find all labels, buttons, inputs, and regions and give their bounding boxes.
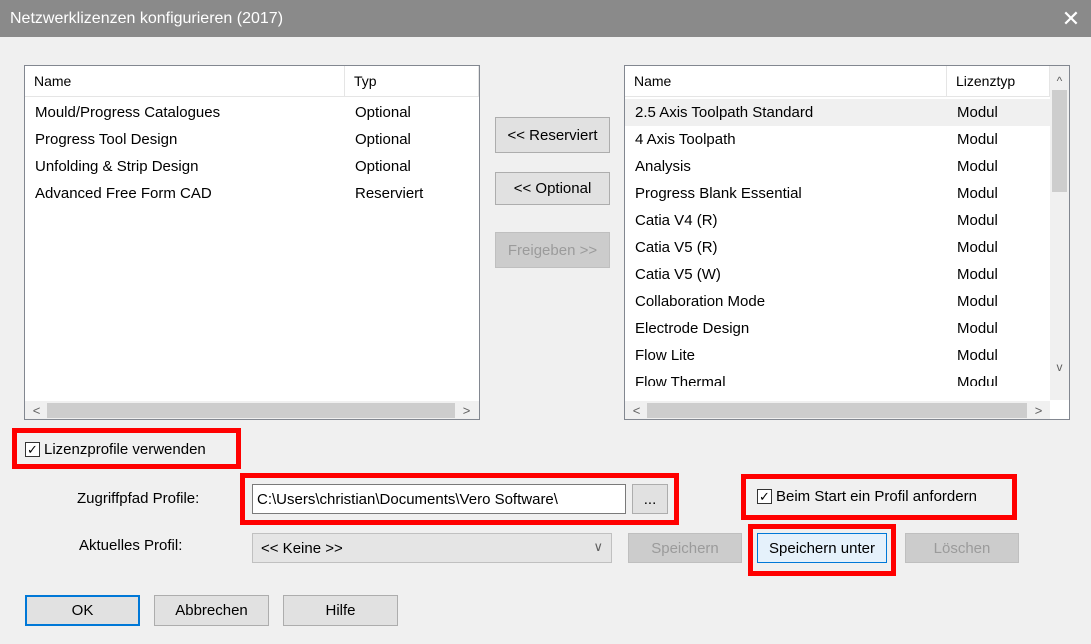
access-path-label: Zugriffpfad Profile: xyxy=(77,490,200,507)
list-item[interactable]: Analysis Modul xyxy=(625,153,1050,180)
item-name: Advanced Free Form CAD xyxy=(35,185,212,202)
item-type: Modul xyxy=(957,185,998,202)
item-type: Modul xyxy=(957,239,998,256)
list-item[interactable]: 4 Axis Toolpath Modul xyxy=(625,126,1050,153)
item-name: Electrode Design xyxy=(635,320,750,337)
help-button[interactable]: Hilfe xyxy=(283,595,398,626)
column-header-license-type[interactable]: Lizenztyp xyxy=(947,66,1050,97)
item-name: Mould/Progress Catalogues xyxy=(35,104,221,121)
item-type: Optional xyxy=(355,104,411,121)
title-bar: Netzwerklizenzen konfigurieren (2017) ✕ xyxy=(0,0,1091,37)
current-profile-label: Aktuelles Profil: xyxy=(79,537,183,554)
vertical-scrollbar[interactable]: ^ v xyxy=(1050,66,1069,400)
scroll-left-icon[interactable]: < xyxy=(27,401,46,420)
scrollbar-thumb[interactable] xyxy=(47,403,455,418)
item-type: Modul xyxy=(957,293,998,310)
list-item[interactable]: Flow Thermal Modul xyxy=(625,369,1050,386)
item-type: Modul xyxy=(957,131,998,148)
column-header-name[interactable]: Name xyxy=(625,66,947,97)
highlight-box xyxy=(12,428,241,469)
list-rows: Mould/Progress Catalogues Optional Progr… xyxy=(25,99,479,379)
available-licenses-list[interactable]: Name Lizenztyp 2.5 Axis Toolpath Standar… xyxy=(624,65,1070,420)
list-item[interactable]: Advanced Free Form CAD Reserviert xyxy=(25,180,479,207)
highlight-box xyxy=(748,524,896,576)
cancel-button[interactable]: Abbrechen xyxy=(154,595,269,626)
reserve-button[interactable]: << Reserviert xyxy=(495,117,610,153)
horizontal-scrollbar[interactable]: < > xyxy=(25,400,479,419)
list-item[interactable]: Catia V5 (W) Modul xyxy=(625,261,1050,288)
item-type: Optional xyxy=(355,158,411,175)
list-item[interactable]: Catia V5 (R) Modul xyxy=(625,234,1050,261)
item-type: Reserviert xyxy=(355,185,424,202)
list-item[interactable]: Progress Tool Design Optional xyxy=(25,126,479,153)
highlight-box xyxy=(240,473,679,525)
list-item[interactable]: Collaboration Mode Modul xyxy=(625,288,1050,315)
item-type: Modul xyxy=(957,104,998,121)
list-item[interactable]: Catia V4 (R) Modul xyxy=(625,207,1050,234)
item-type: Optional xyxy=(355,131,411,148)
item-name: Catia V5 (R) xyxy=(635,239,718,256)
list-rows: 2.5 Axis Toolpath Standard Modul 4 Axis … xyxy=(625,99,1050,386)
list-item[interactable]: 2.5 Axis Toolpath Standard Modul xyxy=(625,99,1050,126)
current-profile-value: << Keine >> xyxy=(261,539,343,557)
item-type: Modul xyxy=(957,347,998,364)
item-type: Modul xyxy=(957,266,998,283)
item-type: Modul xyxy=(957,212,998,229)
list-header: Name Lizenztyp xyxy=(625,66,1050,97)
scroll-right-icon[interactable]: > xyxy=(457,401,476,420)
assigned-licenses-list[interactable]: Name Typ Mould/Progress Catalogues Optio… xyxy=(24,65,480,420)
ok-button[interactable]: OK xyxy=(25,595,140,626)
highlight-box xyxy=(741,474,1017,520)
list-item[interactable]: Progress Blank Essential Modul xyxy=(625,180,1050,207)
list-header: Name Typ xyxy=(25,66,479,97)
list-item[interactable]: Unfolding & Strip Design Optional xyxy=(25,153,479,180)
save-profile-button[interactable]: Speichern xyxy=(628,533,742,563)
close-icon[interactable]: ✕ xyxy=(1051,0,1091,37)
delete-profile-button[interactable]: Löschen xyxy=(905,533,1019,563)
list-item[interactable]: Mould/Progress Catalogues Optional xyxy=(25,99,479,126)
scroll-up-icon[interactable]: ^ xyxy=(1050,72,1069,91)
scrollbar-thumb[interactable] xyxy=(1052,90,1067,192)
list-item[interactable]: Flow Lite Modul xyxy=(625,342,1050,369)
current-profile-dropdown[interactable]: << Keine >> ∨ xyxy=(252,533,612,563)
optional-button[interactable]: << Optional xyxy=(495,172,610,205)
item-name: Catia V4 (R) xyxy=(635,212,718,229)
item-name: 2.5 Axis Toolpath Standard xyxy=(635,104,814,121)
item-type: Modul xyxy=(957,320,998,337)
item-name: Catia V5 (W) xyxy=(635,266,721,283)
scrollbar-thumb[interactable] xyxy=(647,403,1027,418)
window-title: Netzwerklizenzen konfigurieren (2017) xyxy=(10,9,284,27)
item-name: Progress Blank Essential xyxy=(635,185,802,202)
scroll-down-icon[interactable]: v xyxy=(1050,358,1069,377)
item-name: 4 Axis Toolpath xyxy=(635,131,736,148)
item-type: Modul xyxy=(957,158,998,175)
column-header-type[interactable]: Typ xyxy=(345,66,479,97)
item-name: Flow Thermal xyxy=(635,374,726,386)
item-name: Flow Lite xyxy=(635,347,696,364)
item-name: Collaboration Mode xyxy=(635,293,766,310)
list-item[interactable]: Electrode Design Modul xyxy=(625,315,1050,342)
item-name: Unfolding & Strip Design xyxy=(35,158,199,175)
item-name: Progress Tool Design xyxy=(35,131,178,148)
scroll-right-icon[interactable]: > xyxy=(1029,401,1048,420)
horizontal-scrollbar[interactable]: < > xyxy=(625,400,1050,419)
release-button[interactable]: Freigeben >> xyxy=(495,232,610,268)
item-type: Modul xyxy=(957,374,998,386)
item-name: Analysis xyxy=(635,158,691,175)
scroll-left-icon[interactable]: < xyxy=(627,401,646,420)
column-header-name[interactable]: Name xyxy=(25,66,345,97)
chevron-down-icon: ∨ xyxy=(593,539,603,554)
